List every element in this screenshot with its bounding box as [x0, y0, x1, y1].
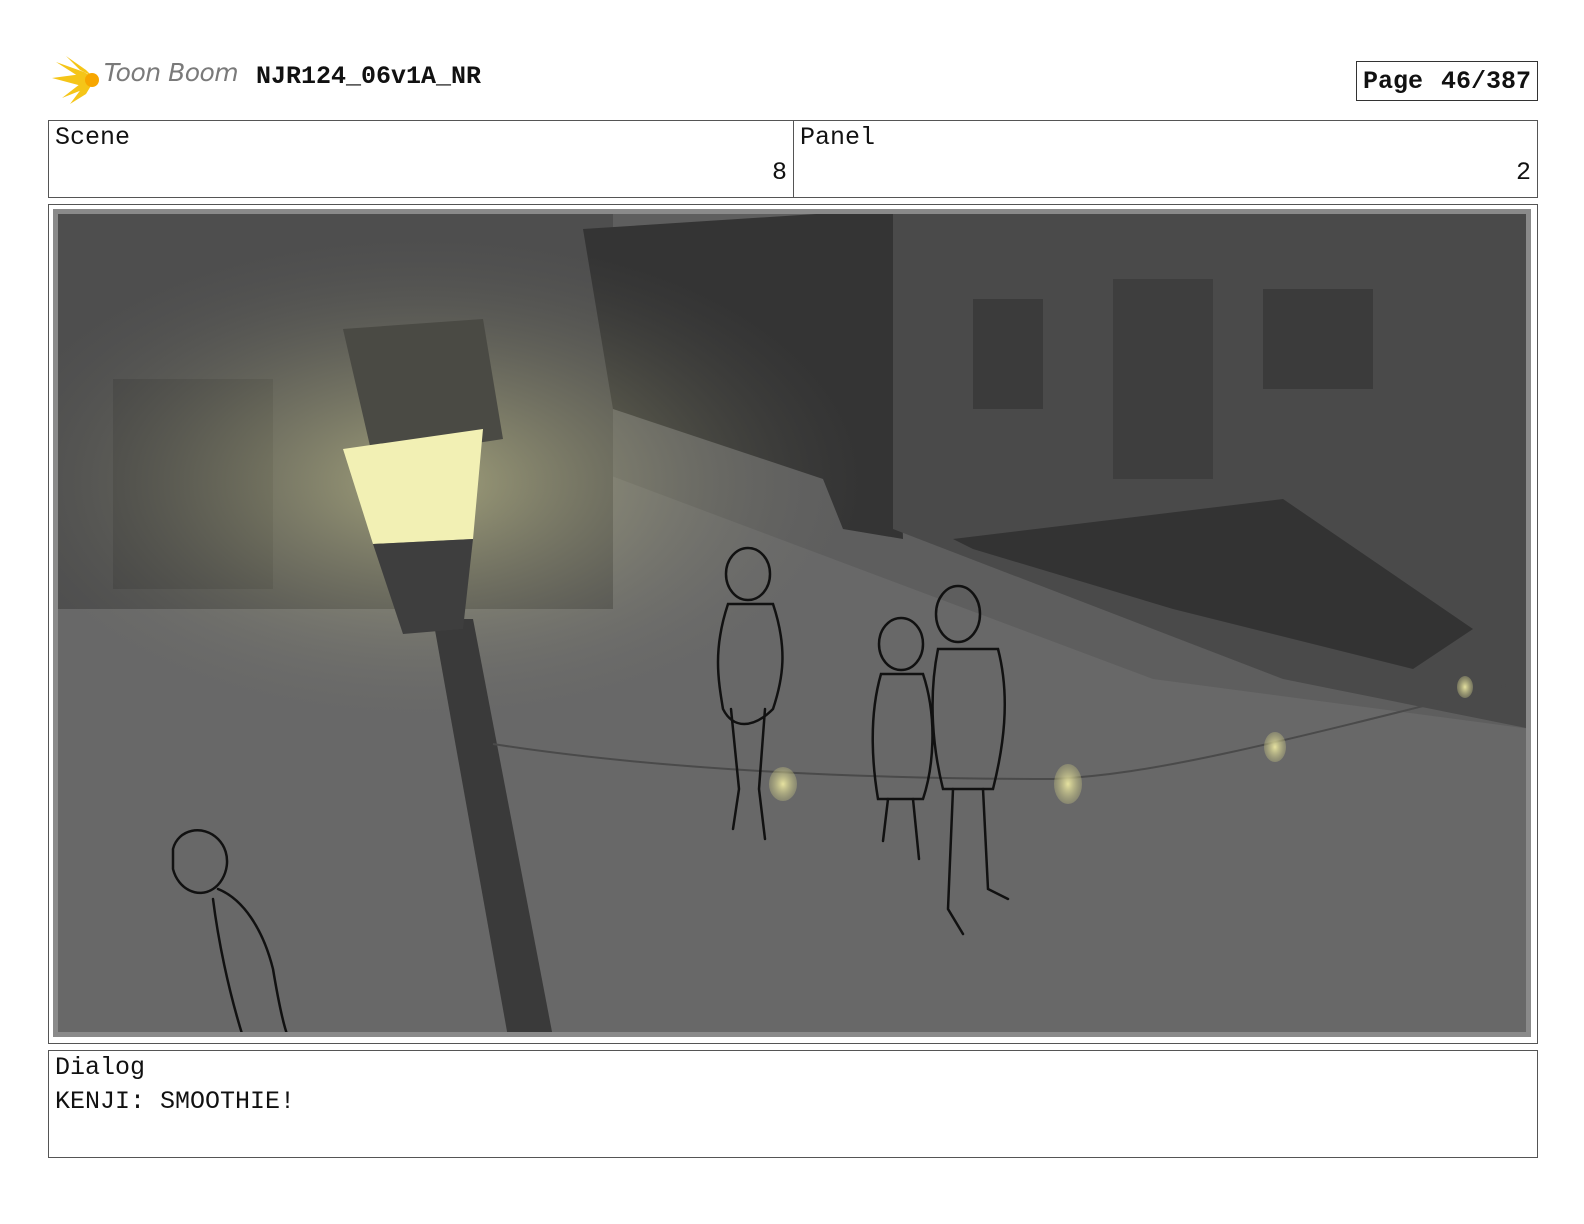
logo-text: Toon Boom [104, 58, 239, 87]
dialog-box: Dialog KENJI: SMOOTHIE! [48, 1050, 1538, 1158]
starburst-icon [52, 56, 99, 104]
page-value: 46/387 [1440, 66, 1531, 96]
page-label: Page [1363, 66, 1424, 96]
scene-panel-row: Scene 8 Panel 2 [48, 120, 1538, 198]
storyboard-frame [48, 204, 1538, 1044]
dialog-text: KENJI: SMOOTHIE! [55, 1087, 296, 1116]
project-title: NJR124_06v1A_NR [256, 62, 482, 91]
toon-boom-logo: Toon Boom [52, 56, 242, 106]
page-indicator: Page 46/387 [1356, 61, 1538, 101]
scene-value: 8 [771, 158, 787, 187]
panel-label: Panel [800, 123, 876, 152]
scene-label: Scene [55, 123, 131, 152]
dialog-label: Dialog [55, 1053, 146, 1082]
scene-cell: Scene 8 [49, 121, 794, 197]
panel-value: 2 [1515, 158, 1531, 187]
storyboard-panel-image [53, 209, 1531, 1037]
panel-cell: Panel 2 [794, 121, 1537, 197]
